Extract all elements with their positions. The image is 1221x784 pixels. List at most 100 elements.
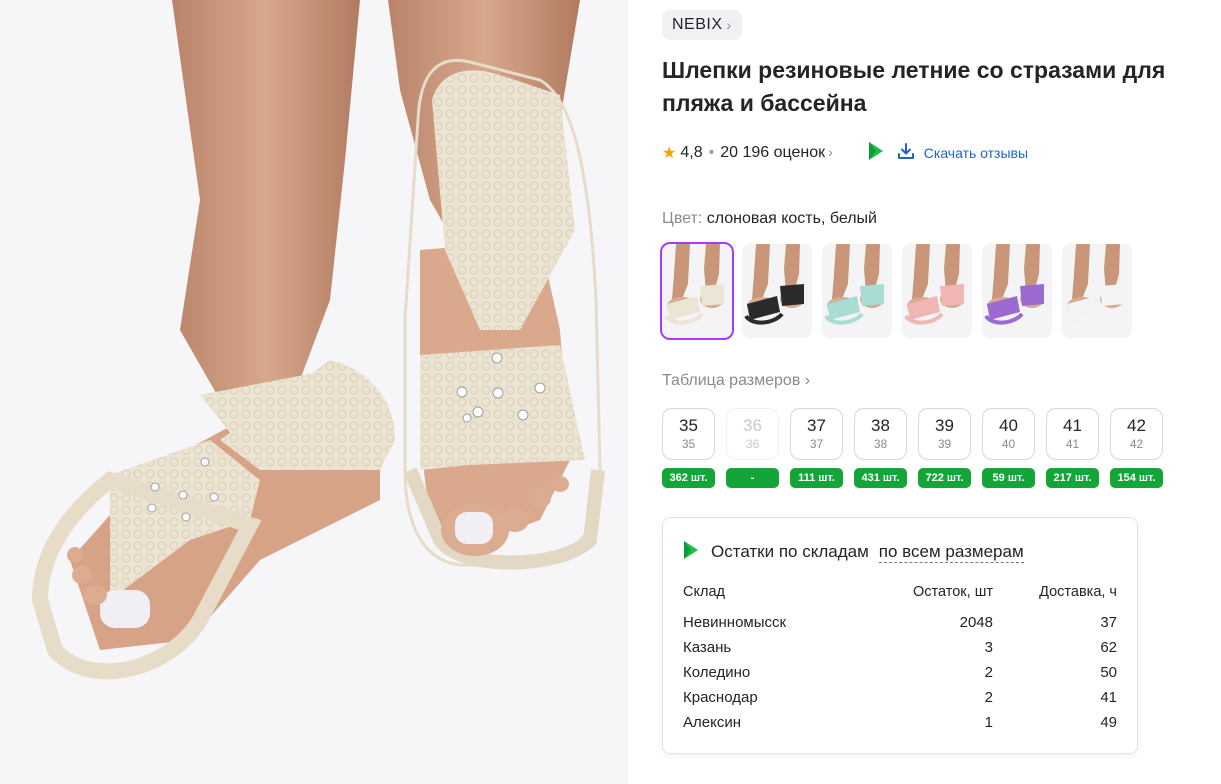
column-header-delivery: Доставка, ч bbox=[1039, 584, 1117, 600]
warehouse-name: Коледино bbox=[683, 664, 751, 681]
rating-row: ★ 4,8 • 20 196 оценок › Скачать отзывы bbox=[662, 141, 1202, 166]
size-option: 38 38 431 шт. bbox=[854, 408, 907, 488]
warehouse-name: Алексин bbox=[683, 714, 741, 731]
size-option: 36 36- bbox=[726, 408, 779, 488]
column-header-stock: Остаток, шт bbox=[913, 584, 993, 600]
product-title: Шлепки резиновые летние со стразами для … bbox=[662, 57, 1166, 116]
color-thumbnail[interactable] bbox=[742, 244, 812, 338]
reviews-count: 20 196 оценок bbox=[720, 144, 826, 161]
color-thumbnail[interactable] bbox=[982, 244, 1052, 338]
mpstats-logo-icon bbox=[867, 141, 885, 166]
color-thumbnail[interactable] bbox=[902, 244, 972, 338]
stock-badge: 362 шт. bbox=[662, 468, 715, 488]
size-eu: 35 bbox=[679, 416, 698, 435]
warehouse-delivery: 62 bbox=[1100, 639, 1117, 656]
stock-badge: 217 шт. bbox=[1046, 468, 1099, 488]
warehouse-stock: 2 bbox=[984, 664, 993, 681]
thumbnail-image bbox=[664, 244, 724, 325]
warehouse-table: Склад Остаток, шт Доставка, ч Невинномыс… bbox=[683, 584, 1117, 735]
warehouse-stock: 2 bbox=[984, 689, 993, 706]
color-thumbnails bbox=[660, 242, 1202, 340]
color-label-row: Цвет: слоновая кость, белый bbox=[662, 210, 1202, 228]
warehouse-name: Краснодар bbox=[683, 689, 758, 706]
size-eu: 39 bbox=[935, 416, 954, 435]
size-option: 41 41 217 шт. bbox=[1046, 408, 1099, 488]
thumbnail-image bbox=[1064, 244, 1124, 325]
size-ru: 35 bbox=[681, 437, 696, 451]
warehouse-name: Казань bbox=[683, 639, 732, 656]
size-ru: 36 bbox=[745, 437, 760, 451]
separator-dot: • bbox=[708, 144, 715, 161]
size-button[interactable]: 41 41 bbox=[1046, 408, 1099, 460]
size-eu: 40 bbox=[999, 416, 1018, 435]
size-eu: 42 bbox=[1127, 416, 1146, 435]
size-button[interactable]: 42 42 bbox=[1110, 408, 1163, 460]
warehouse-title: Остатки по складам bbox=[711, 542, 869, 561]
size-option: 40 40 59 шт. bbox=[982, 408, 1035, 488]
stock-badge: - bbox=[726, 468, 779, 488]
product-info-panel: NEBIX › Шлепки резиновые летние со страз… bbox=[660, 10, 1202, 754]
stock-badge: 59 шт. bbox=[982, 468, 1035, 488]
size-eu: 36 bbox=[743, 416, 762, 435]
warehouse-name: Невинномысск bbox=[683, 614, 787, 631]
warehouse-stock-card: Остатки по складам по всем размерам Скла… bbox=[662, 517, 1138, 754]
size-option: 39 39 722 шт. bbox=[918, 408, 971, 488]
warehouse-delivery: 50 bbox=[1100, 664, 1117, 681]
warehouse-stock: 3 bbox=[984, 639, 993, 656]
thumbnail-image bbox=[904, 244, 964, 325]
column-header-warehouse: Склад bbox=[683, 584, 725, 600]
color-thumbnail[interactable] bbox=[660, 242, 734, 340]
warehouse-stock: 1 bbox=[984, 714, 993, 731]
table-header-row: Склад Остаток, шт Доставка, ч bbox=[683, 584, 1117, 610]
size-filter-dropdown[interactable]: по всем размерам bbox=[878, 542, 1024, 563]
thumbnail-image bbox=[984, 244, 1044, 325]
sandal-illustration bbox=[31, 0, 605, 680]
stock-badge: 722 шт. bbox=[918, 468, 971, 488]
stock-badge: 154 шт. bbox=[1110, 468, 1163, 488]
warehouse-stock: 2048 bbox=[959, 614, 993, 631]
size-button[interactable]: 40 40 bbox=[982, 408, 1035, 460]
size-eu: 37 bbox=[807, 416, 826, 435]
reviews-link[interactable]: 20 196 оценок › bbox=[720, 144, 833, 162]
size-button[interactable]: 35 35 bbox=[662, 408, 715, 460]
size-eu: 38 bbox=[871, 416, 890, 435]
chevron-right-icon: › bbox=[804, 372, 811, 389]
thumbnail-image bbox=[744, 244, 804, 325]
size-eu: 41 bbox=[1063, 416, 1082, 435]
warehouse-header: Остатки по складам по всем размерам bbox=[683, 540, 1117, 564]
size-button[interactable]: 39 39 bbox=[918, 408, 971, 460]
product-photo bbox=[0, 0, 628, 784]
size-ru: 41 bbox=[1065, 437, 1080, 451]
size-table-label: Таблица размеров bbox=[662, 372, 801, 389]
chevron-right-icon: › bbox=[726, 17, 732, 33]
size-ru: 42 bbox=[1129, 437, 1144, 451]
thumbnail-image bbox=[824, 244, 884, 325]
warehouse-delivery: 37 bbox=[1100, 614, 1117, 631]
table-row: Казань 3 62 bbox=[683, 635, 1117, 660]
size-option: 37 37 111 шт. bbox=[790, 408, 843, 488]
chevron-right-icon: › bbox=[828, 144, 833, 160]
download-reviews-link[interactable]: Скачать отзывы bbox=[924, 145, 1028, 161]
download-icon[interactable] bbox=[897, 142, 915, 165]
warehouse-delivery: 49 bbox=[1100, 714, 1117, 731]
rating-value: 4,8 bbox=[680, 144, 703, 161]
size-button[interactable]: 37 37 bbox=[790, 408, 843, 460]
table-row: Коледино 2 50 bbox=[683, 660, 1117, 685]
color-label: Цвет: bbox=[662, 210, 703, 227]
size-ru: 37 bbox=[809, 437, 824, 451]
stock-badge: 111 шт. bbox=[790, 468, 843, 488]
color-thumbnail[interactable] bbox=[1062, 244, 1132, 338]
brand-link[interactable]: NEBIX › bbox=[662, 10, 742, 40]
size-table-link[interactable]: Таблица размеров › bbox=[662, 372, 810, 390]
brand-name: NEBIX bbox=[672, 16, 723, 33]
size-ru: 40 bbox=[1001, 437, 1016, 451]
color-thumbnail[interactable] bbox=[822, 244, 892, 338]
table-row: Невинномысск 2048 37 bbox=[683, 610, 1117, 635]
table-row: Краснодар 2 41 bbox=[683, 685, 1117, 710]
size-button[interactable]: 38 38 bbox=[854, 408, 907, 460]
star-icon: ★ bbox=[662, 145, 677, 162]
size-selector: 35 35 362 шт. 36 36-37 37 111 шт. 38 38 431 шт. 39… bbox=[662, 408, 1202, 488]
mpstats-logo-icon bbox=[683, 540, 699, 565]
size-option: 42 42 154 шт. bbox=[1110, 408, 1163, 488]
size-button: 36 36 bbox=[726, 408, 779, 460]
